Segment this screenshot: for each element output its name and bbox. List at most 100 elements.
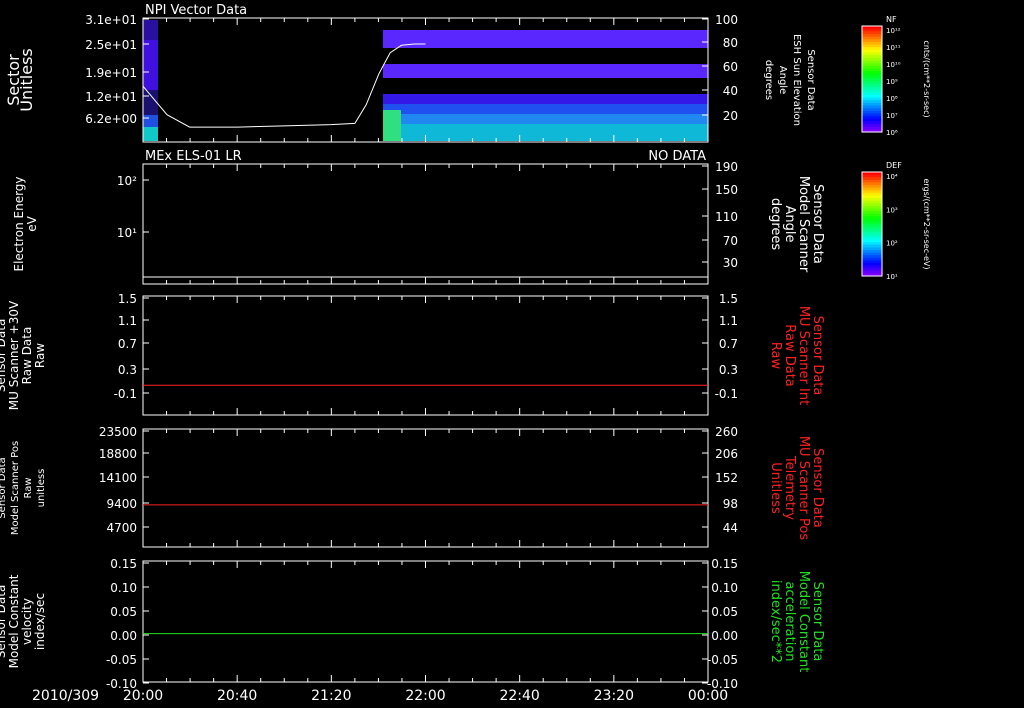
- figure: NF 10¹² 10¹¹ 10¹⁰ 10⁹ 10⁸ 10⁷ 10⁶ cnts/(cm**2-sr…: [0, 0, 1024, 708]
- time-tick-label: 22:00: [405, 688, 445, 704]
- panel-5-y2-tick-label: 0.15: [711, 557, 738, 571]
- panel-2-y2-tick-label: 70: [723, 234, 738, 248]
- panel-3-y2-label-line: Raw Data: [782, 324, 797, 387]
- panel-2-y2-label-line: degrees: [768, 198, 783, 251]
- colorbar-title: DEF: [886, 161, 902, 170]
- panel-3-y-tick-label: -0.1: [114, 387, 137, 401]
- panel-1-y-tick-label: 2.5e+01: [85, 38, 137, 52]
- panel-1-y2-label-line: Angle: [777, 66, 788, 94]
- panel-3-y2-tick-label: 0.3: [719, 363, 738, 377]
- panel-4-y-tick-label: 18800: [99, 447, 137, 461]
- panel-3-y-label-line: Raw Data: [20, 327, 34, 385]
- date-label: 2010/309: [32, 688, 99, 704]
- colorbar-tick-label: 10⁹: [886, 78, 898, 86]
- panel-4-y-tick-label: 23500: [99, 425, 137, 439]
- panel-2-title: MEx ELS-01 LR: [145, 149, 242, 164]
- panel-1-y-tick-label: 1.9e+01: [85, 66, 137, 80]
- colorbar-tick-label: 10⁸: [886, 95, 898, 103]
- panel-4-y2-label-line: Telemetry: [782, 455, 797, 520]
- panel-3-y2-tick-label: 0.7: [719, 337, 738, 351]
- panel-3-y2-label-line: Raw: [768, 342, 783, 370]
- colorbar-tick-label: 10¹⁰: [886, 61, 901, 69]
- panel-5-y2-label-line: Model Constant: [796, 571, 811, 673]
- panel-5-y-tick-label: 0.00: [110, 629, 137, 643]
- colorbar-tick-label: 10²: [886, 240, 898, 248]
- panel-2-y-label-line: Electron Energy: [12, 176, 26, 271]
- panel-5-y2-tick-label: -0.05: [707, 653, 738, 667]
- heatmap-band-bottom: [383, 124, 708, 141]
- panel-4-y2-tick-label: 44: [723, 521, 738, 535]
- panel-1-y-label: SectorUnitless: [4, 48, 36, 112]
- time-tick-label: 00:00: [688, 688, 728, 704]
- panel-5-y-tick-label: 0.10: [110, 581, 137, 595]
- panel-2-status: NO DATA: [648, 149, 706, 164]
- heatmap-band-lower: [383, 114, 708, 124]
- panel-4-y-label-line: Raw: [23, 477, 34, 498]
- panel-4-y-tick-label: 4700: [106, 521, 137, 535]
- colorbar-tick-label: 10¹¹: [886, 44, 901, 52]
- heatmap-band-lower-mid: [383, 104, 708, 114]
- panel-4-y2-label-line: Sensor Data: [810, 448, 825, 528]
- panel-3-y-tick-label: 0.7: [118, 337, 137, 351]
- panel-2-y2-tick-label: 150: [715, 183, 738, 197]
- time-tick-label: 23:20: [594, 688, 634, 704]
- panel-3-y-tick-label: 1.5: [118, 292, 137, 306]
- panel-1-title: NPI Vector Data: [145, 3, 247, 18]
- panel-3-y2-label-line: MU Scanner Int: [796, 306, 811, 405]
- panel-4-y2-tick-label: 98: [723, 497, 738, 511]
- panel-1-y2-label-line: Sensor Data: [805, 49, 816, 110]
- colorbar-tick-label: 10¹: [886, 273, 898, 281]
- panel-5-y-label-line: index/sec: [33, 593, 47, 650]
- panel-2-y2-label-line: Sensor Data: [810, 184, 825, 264]
- panel-1-y2-tick-label: 40: [723, 84, 738, 98]
- panel-1-y-tick-label: 3.1e+01: [85, 13, 137, 27]
- panel-2-y2-label-line: Angle: [782, 206, 797, 243]
- panel-2-y2-tick-label: 30: [723, 256, 738, 270]
- panel-4-y-label-line: unitless: [36, 469, 47, 508]
- heatmap-band-upper-mid: [383, 64, 708, 78]
- heatmap-block-left-top: [143, 20, 158, 40]
- panel-2-y2-tick-label: 190: [715, 160, 738, 174]
- panel-1-y2-label-line: degrees: [763, 60, 774, 100]
- panel-3-y2-label-line: Sensor Data: [810, 316, 825, 396]
- colorbar-tick-label: 10¹²: [886, 27, 901, 35]
- time-tick-label: 22:40: [499, 688, 539, 704]
- panel-4-y-tick-label: 14100: [99, 471, 137, 485]
- panel-1-y-label-line: Unitless: [17, 48, 36, 112]
- panel-5-y2-tick-label: 0.10: [711, 581, 738, 595]
- panel-2-y2-label-line: Model Scanner: [796, 176, 811, 273]
- panel-5-y-tick-label: 0.15: [110, 557, 137, 571]
- panel-5-y2-label-line: index/sec**2: [768, 580, 783, 663]
- panel-1-y-tick-label: 6.2e+00: [85, 112, 137, 126]
- panel-4-y2-tick-label: 260: [715, 425, 738, 439]
- colorbar-unit-label: ergs/(cm**2-sr-sec-eV): [922, 178, 931, 269]
- panel-2-y-tick-label: 10²: [117, 174, 137, 188]
- panel-5-y-label-line: velocity: [20, 598, 34, 645]
- panel-4-y-label-line: Sensor Data: [0, 457, 8, 518]
- panel-5-y-tick-label: 0.05: [110, 605, 137, 619]
- colorbar-tick-label: 10⁶: [886, 129, 898, 137]
- heatmap-block-left-lower: [143, 115, 158, 127]
- panel-3-y2-tick-label: -0.1: [715, 387, 738, 401]
- panel-1-y2-tick-label: 60: [723, 60, 738, 74]
- panel-4-y2-label-line: Unitless: [768, 462, 783, 514]
- panel-4-y2-tick-label: 206: [715, 447, 738, 461]
- panel-2-y2-tick-label: 110: [715, 210, 738, 224]
- panel-3-y-label-line: MU Scanner +30V: [7, 300, 21, 410]
- panel-1-y2-label-line: ESH Sun Elevation: [791, 34, 802, 126]
- panel-3-y2-tick-label: 1.5: [719, 292, 738, 306]
- panel-3-y-tick-label: 1.1: [118, 314, 137, 328]
- panel-2-y-tick-label: 10¹: [117, 226, 137, 240]
- heatmap-block-left-bottom: [143, 127, 158, 141]
- time-tick-label: 20:40: [217, 688, 257, 704]
- colorbar-unit-label: cnts/(cm**2-sr-sec): [922, 40, 931, 117]
- panel-4-y2-label-line: MU Scanner Pos: [796, 436, 811, 541]
- heatmap-spot-green: [383, 110, 401, 141]
- panel-5-y-label-line: Model Constant: [7, 574, 21, 668]
- panel-5-y2-tick-label: 0.00: [711, 629, 738, 643]
- colorbar-tick-label: 10⁴: [886, 173, 898, 181]
- panel-3-y-label-line: Raw: [33, 343, 47, 368]
- heatmap-band-top: [383, 30, 708, 48]
- panel-1-y2-tick-label: 100: [715, 13, 738, 27]
- colorbar-title: NF: [886, 15, 897, 24]
